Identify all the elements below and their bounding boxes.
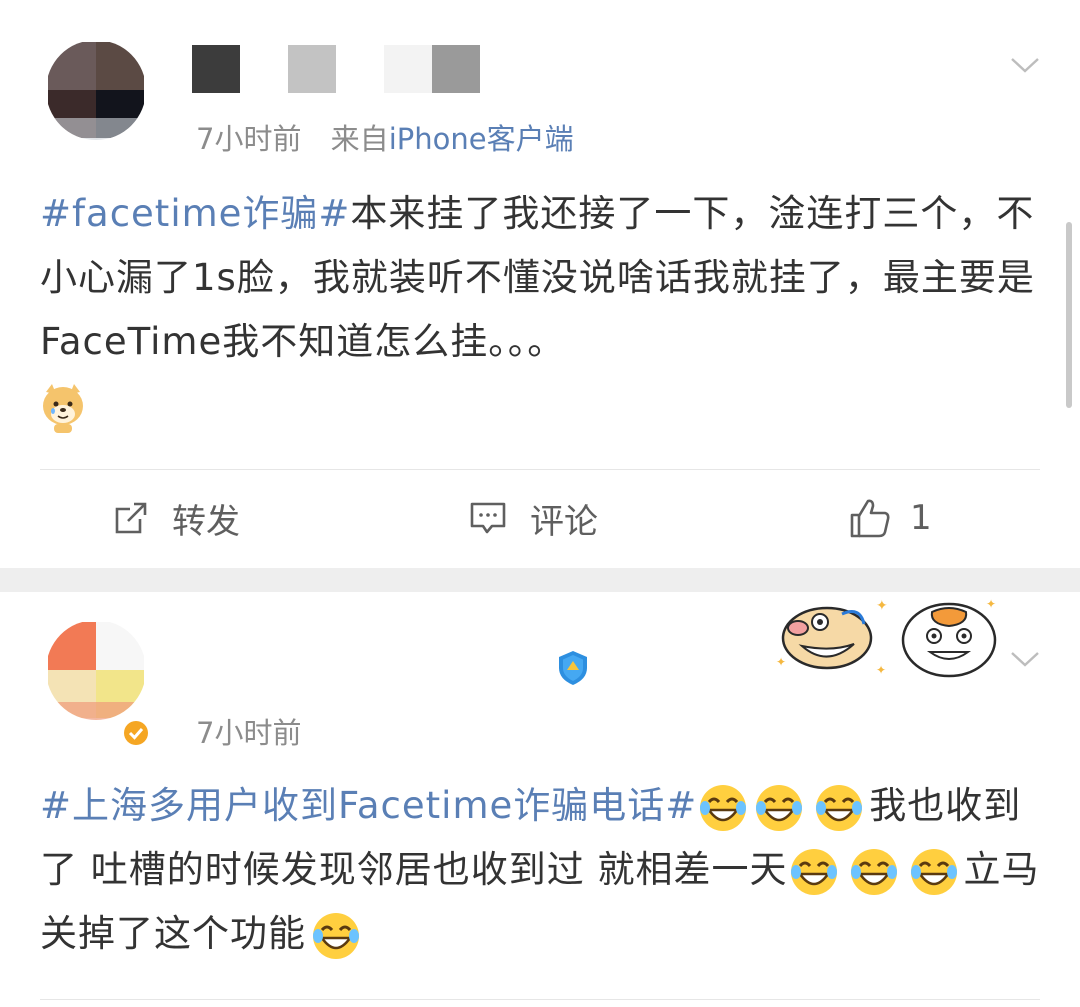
chevron-down-icon[interactable]	[1008, 642, 1042, 676]
doge-emoji-icon	[43, 384, 83, 433]
user-avatar[interactable]	[46, 40, 146, 140]
verified-badge-icon	[122, 719, 150, 747]
like-button[interactable]: 1	[848, 490, 932, 546]
svg-text:✦: ✦	[776, 655, 786, 669]
scrollbar-thumb[interactable]	[1066, 222, 1072, 408]
member-shield-icon[interactable]	[553, 648, 593, 688]
svg-text:✦: ✦	[986, 597, 996, 611]
post-time: 7小时前	[196, 716, 302, 750]
laughing-tears-emoji-icon	[700, 784, 747, 831]
sticker-badges-icon[interactable]: ✦ ✦ ✦ ✦	[772, 596, 1002, 686]
laughing-tears-emoji-icon	[313, 912, 359, 959]
laughing-tears-emoji-icon	[756, 784, 803, 831]
laughing-tears-emoji-icon	[910, 848, 957, 895]
laughing-tears-emoji-icon	[816, 784, 863, 831]
comment-label: 评论	[530, 501, 598, 542]
svg-text:✦: ✦	[876, 598, 888, 614]
hashtag-link[interactable]: #facetime诈骗#	[40, 192, 350, 235]
action-divider	[40, 999, 1040, 1000]
post-card-1: 7小时前 来自iPhone客户端 #facetime诈骗#本来挂了我还接了一下，…	[0, 0, 1080, 568]
laughing-tears-emoji-icon	[850, 848, 897, 895]
repost-label: 转发	[172, 501, 240, 542]
repost-button[interactable]: 转发	[112, 490, 240, 546]
post-body: #上海多用户收到Facetime诈骗电话# 我也收到了 吐槽的时候发现邻居也收到过…	[40, 774, 1045, 966]
post-meta: 7小时前	[196, 710, 301, 752]
source-prefix: 来自	[330, 122, 389, 156]
like-count: 1	[910, 498, 932, 538]
post-time: 7小时前	[196, 122, 302, 156]
post-source[interactable]: iPhone客户端	[389, 122, 574, 156]
comment-button[interactable]: 评论	[468, 490, 598, 546]
action-divider	[40, 469, 1040, 470]
post-meta: 7小时前 来自iPhone客户端	[196, 116, 574, 158]
chevron-down-icon[interactable]	[1008, 48, 1042, 82]
comment-icon	[470, 502, 506, 534]
laughing-tears-emoji-icon	[790, 848, 837, 895]
share-icon	[115, 502, 147, 534]
user-avatar[interactable]	[46, 620, 146, 720]
post-card-2: ✦ ✦ ✦ ✦ 7小时前 #上海多用户收到Facetime诈骗电话# 我也收到了 …	[0, 592, 1080, 1007]
svg-text:✦: ✦	[876, 663, 886, 677]
post-body: #facetime诈骗#本来挂了我还接了一下，淦连打三个，不小心漏了1s脸，我就…	[40, 182, 1045, 454]
hashtag-link[interactable]: #上海多用户收到Facetime诈骗电话#	[40, 784, 697, 827]
feed-separator	[0, 568, 1080, 592]
thumbs-up-icon	[850, 499, 890, 538]
